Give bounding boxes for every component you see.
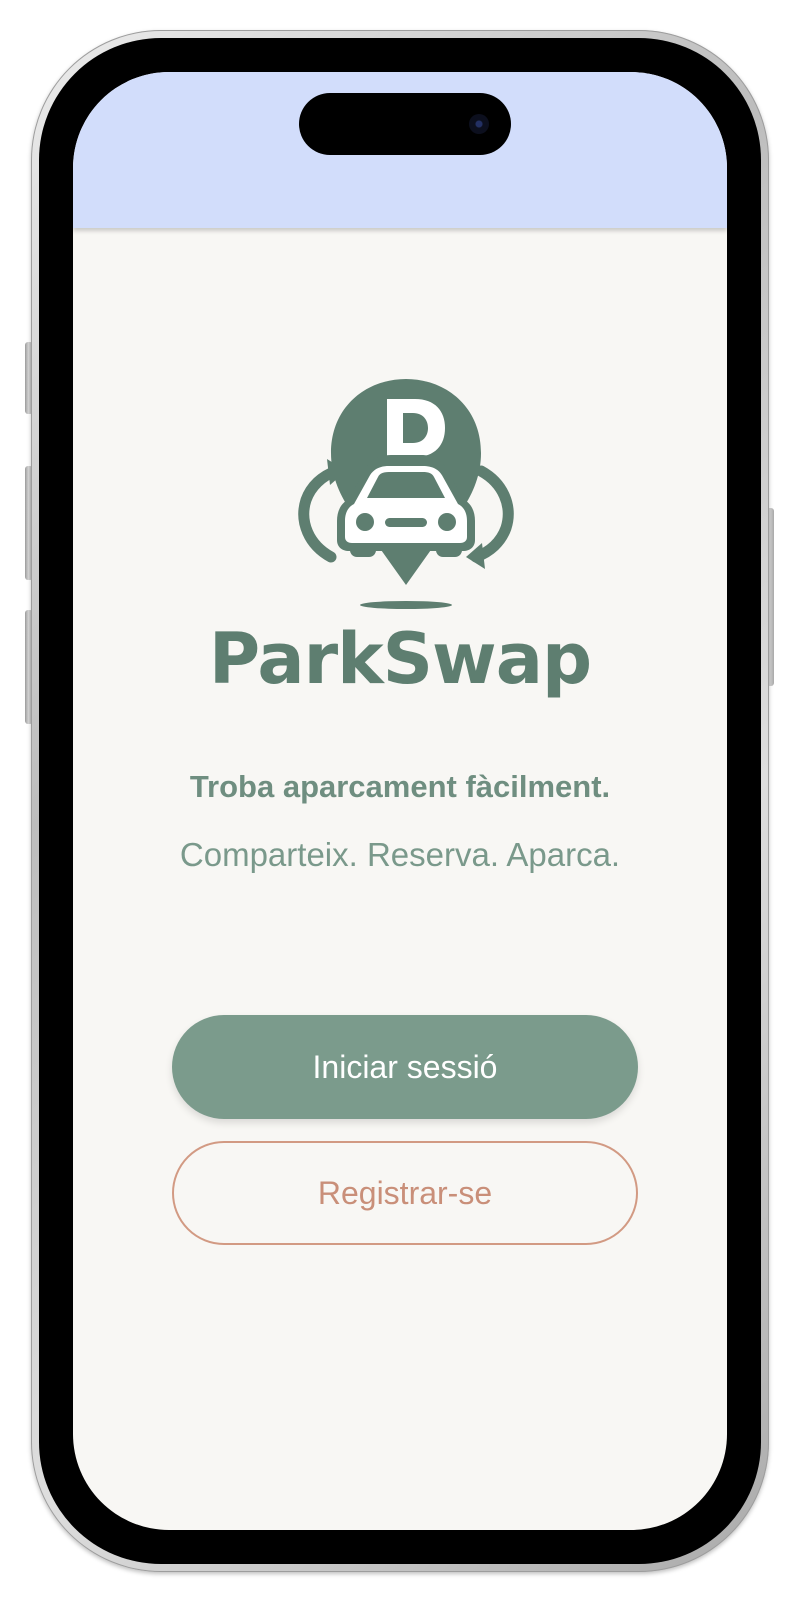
subtagline: Comparteix. Reserva. Aparca. (179, 836, 621, 873)
device-mockup: ParkSwap Troba aparcament fàcilment. Com… (0, 0, 800, 1602)
tagline: Troba aparcament fàcilment. (189, 769, 611, 804)
register-button[interactable]: Registrar-se (172, 1141, 638, 1245)
status-bar (73, 72, 727, 228)
login-button[interactable]: Iniciar sessió (172, 1015, 638, 1119)
login-button-label: Iniciar sessió (312, 1048, 498, 1085)
parking-pin-car-swap-icon (298, 379, 514, 609)
phone-frame: ParkSwap Troba aparcament fàcilment. Com… (31, 30, 769, 1572)
register-button-label: Registrar-se (317, 1174, 493, 1211)
front-camera-icon (469, 114, 489, 134)
phone-bezel: ParkSwap Troba aparcament fàcilment. Com… (39, 38, 761, 1564)
brand-name: ParkSwap (208, 618, 592, 700)
app-screen: ParkSwap Troba aparcament fàcilment. Com… (73, 72, 727, 1530)
dynamic-island (299, 93, 511, 155)
